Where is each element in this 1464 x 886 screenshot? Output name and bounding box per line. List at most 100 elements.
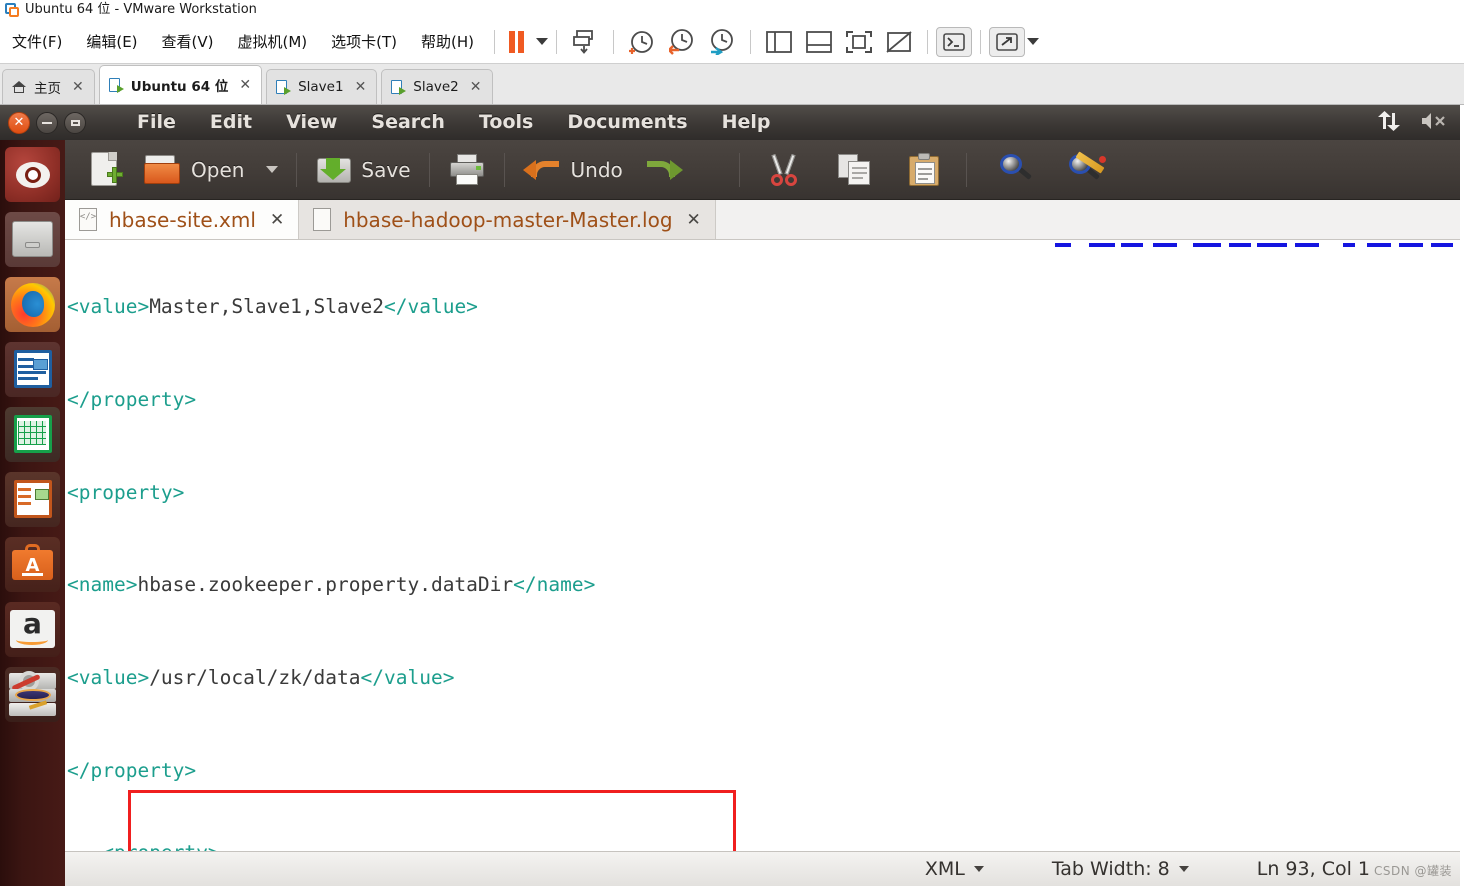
menu-file[interactable]: File [120, 105, 193, 140]
ubuntu-guest-screen: ✕ File Edit View Search Tools Documents … [0, 105, 1464, 886]
gedit-tab-label: hbase-hadoop-master-Master.log [343, 207, 673, 232]
show-library-icon[interactable] [759, 24, 799, 60]
vm-menu-help[interactable]: 帮助(H) [409, 20, 486, 64]
redo-button[interactable] [633, 147, 693, 193]
launcher-item-system-stack[interactable] [5, 667, 60, 722]
undo-button-label: Undo [570, 157, 623, 182]
gedit-text-area[interactable]: <value>Master,Slave1,Slave2</value> </pr… [65, 240, 1464, 851]
menu-help[interactable]: Help [705, 105, 788, 140]
gedit-global-menu: File Edit View Search Tools Documents He… [120, 105, 787, 140]
unity-mode-icon[interactable] [879, 24, 919, 60]
vm-menu-file[interactable]: 文件(F) [0, 20, 74, 64]
copy-button[interactable] [828, 147, 882, 193]
unity-launcher: A a [0, 140, 65, 886]
vmware-titlebar: Ubuntu 64 位 - VMware Workstation [0, 0, 1464, 20]
vm-icon [276, 79, 292, 95]
vm-tab-slave1[interactable]: Slave1 ✕ [266, 69, 378, 104]
open-folder-icon [143, 152, 183, 188]
code-line: <value>Master,Slave1,Slave2</value> [67, 295, 478, 318]
vm-tab-ubuntu64[interactable]: Ubuntu 64 位 ✕ [98, 65, 263, 104]
close-icon[interactable]: ✕ [239, 77, 251, 93]
gedit-statusbar: XML Tab Width: 8 Ln 93, Col 1 [65, 851, 1464, 886]
toolbar-divider [428, 152, 430, 187]
paste-button[interactable] [898, 147, 952, 193]
launcher-item-libreoffice-calc[interactable] [5, 407, 60, 462]
open-button-label: Open [191, 157, 245, 182]
close-icon[interactable]: ✕ [687, 210, 701, 230]
xml-source-code: <value>Master,Slave1,Slave2</value> </pr… [65, 240, 1464, 851]
tab-width-selector[interactable]: Tab Width: 8 [1018, 858, 1223, 880]
show-console-icon[interactable] [799, 24, 839, 60]
new-document-button[interactable] [77, 147, 133, 193]
menu-documents[interactable]: Documents [550, 105, 704, 140]
print-icon [448, 153, 486, 187]
gedit-tab-master-log[interactable]: hbase-hadoop-master-Master.log ✕ [299, 200, 716, 239]
home-icon [12, 80, 27, 95]
toolbar-divider [556, 29, 558, 54]
open-dropdown-caret-icon[interactable] [266, 166, 279, 173]
minimize-icon[interactable] [36, 111, 58, 134]
fullscreen-icon[interactable] [839, 24, 879, 60]
snapshot-manager-icon[interactable] [622, 24, 662, 60]
network-updown-icon[interactable] [1376, 110, 1402, 135]
toolbar-divider [750, 29, 752, 54]
close-icon[interactable]: ✕ [470, 79, 482, 95]
launcher-item-ubuntu-dash[interactable] [5, 147, 60, 202]
language-selector[interactable]: XML [891, 858, 1018, 880]
snapshot-take-icon[interactable] [565, 24, 605, 60]
expand-icon[interactable] [989, 26, 1026, 57]
launcher-item-libreoffice-impress[interactable] [5, 472, 60, 527]
vm-tab-label: Slave2 [413, 79, 459, 95]
replace-button[interactable] [1059, 147, 1117, 193]
gedit-tab-hbase-site-xml[interactable]: </> hbase-site.xml ✕ [65, 200, 300, 239]
menu-tools[interactable]: Tools [462, 105, 550, 140]
vmware-menubar: 文件(F) 编辑(E) 查看(V) 虚拟机(M) 选项卡(T) 帮助(H) [0, 20, 1464, 64]
close-icon[interactable]: ✕ [8, 111, 30, 134]
launcher-item-libreoffice-writer[interactable] [5, 342, 60, 397]
launcher-item-files[interactable] [5, 212, 60, 267]
vm-tab-label: Ubuntu 64 位 [130, 79, 229, 95]
save-button[interactable]: Save [305, 147, 420, 193]
undo-button[interactable]: Undo [513, 147, 633, 193]
maximize-icon[interactable] [64, 111, 86, 134]
gedit-toolbar: Open Save Undo [65, 140, 1464, 200]
terminal-icon[interactable] [936, 26, 973, 57]
find-button[interactable] [989, 147, 1045, 193]
search-icon [999, 153, 1035, 187]
snapshot-settings-icon[interactable] [702, 24, 742, 60]
language-label: XML [924, 858, 965, 880]
text-file-icon [313, 207, 333, 232]
revert-snapshot-icon[interactable] [662, 24, 702, 60]
vm-menu-edit[interactable]: 编辑(E) [74, 20, 149, 64]
dropdown-caret-icon[interactable] [536, 38, 549, 45]
window-controls: ✕ [0, 111, 120, 134]
cut-button[interactable] [758, 147, 812, 193]
menu-edit[interactable]: Edit [193, 105, 269, 140]
pause-icon[interactable] [503, 30, 530, 53]
find-replace-icon [1068, 150, 1107, 187]
toolbar-divider [927, 29, 929, 54]
vm-tab-slave2[interactable]: Slave2 ✕ [381, 69, 493, 104]
vm-menu-vm[interactable]: 虚拟机(M) [226, 20, 320, 64]
expand-caret-icon[interactable] [1027, 38, 1040, 45]
vmware-workstation-window: Ubuntu 64 位 - VMware Workstation 文件(F) 编… [0, 0, 1464, 886]
toolbar-divider [738, 152, 740, 187]
launcher-item-amazon[interactable]: a [5, 602, 60, 657]
vm-tab-home[interactable]: 主页 ✕ [2, 69, 95, 104]
close-icon[interactable]: ✕ [270, 210, 284, 230]
close-icon[interactable]: ✕ [355, 79, 367, 95]
chevron-down-icon [1178, 866, 1189, 872]
open-button[interactable]: Open [133, 147, 288, 193]
csdn-watermark: CSDN @罐装 [1373, 864, 1452, 878]
close-icon[interactable]: ✕ [72, 79, 84, 95]
print-button[interactable] [438, 147, 496, 193]
code-line: <name>hbase.zookeeper.property.dataDir</… [67, 573, 596, 597]
menu-search[interactable]: Search [354, 105, 462, 140]
vm-tab-label: 主页 [34, 81, 61, 97]
vm-menu-tabs[interactable]: 选项卡(T) [319, 20, 409, 64]
launcher-item-ubuntu-software[interactable]: A [5, 537, 60, 592]
menu-view[interactable]: View [269, 105, 354, 140]
vm-menu-view[interactable]: 查看(V) [150, 20, 226, 64]
volume-muted-icon[interactable] [1420, 111, 1450, 135]
launcher-item-firefox[interactable] [5, 277, 60, 332]
